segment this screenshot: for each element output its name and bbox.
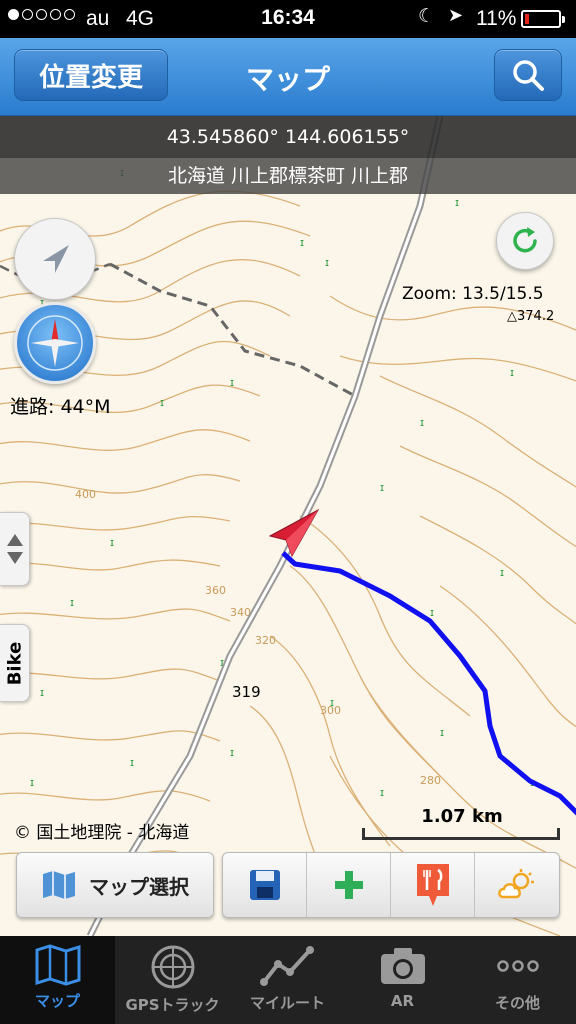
svg-text:ɪ: ɪ — [40, 686, 44, 699]
svg-text:ɪ: ɪ — [300, 236, 304, 249]
tab-ar[interactable]: AR — [345, 936, 460, 1024]
status-bar: au 4G 16:34 ☾ ➤ 11% — [0, 0, 576, 38]
road-number: 319 — [232, 683, 261, 701]
restaurant-icon — [416, 864, 449, 906]
action-segment — [222, 852, 560, 918]
tab-map[interactable]: マップ — [0, 936, 115, 1024]
map-select-label: マップ選択 — [89, 874, 189, 899]
battery-percent: 11% — [476, 7, 517, 30]
contour-label: 300 — [320, 704, 341, 717]
search-button[interactable] — [494, 49, 562, 101]
refresh-button[interactable] — [496, 212, 554, 270]
radar-icon — [151, 945, 194, 989]
heading-readout: 進路: 44°M — [10, 396, 111, 418]
svg-text:ɪ: ɪ — [510, 366, 514, 379]
map-attribution: © 国土地理院 - 北海道 — [14, 823, 190, 843]
svg-text:ɪ: ɪ — [130, 756, 134, 769]
moon-icon: ☾ — [418, 6, 436, 27]
refresh-icon — [513, 227, 537, 253]
tab-label: その他 — [494, 994, 540, 1012]
page-title: マップ — [245, 63, 330, 96]
contour-label: 280 — [420, 774, 441, 787]
restaurant-button[interactable] — [391, 853, 475, 917]
tab-label: GPSトラック — [125, 996, 220, 1014]
contour-label: 360 — [205, 584, 226, 597]
map-select-button[interactable]: マップ選択 — [16, 852, 214, 918]
svg-text:ɪ: ɪ — [325, 256, 329, 269]
svg-text:△374.2: △374.2 — [507, 309, 554, 324]
more-icon — [496, 960, 539, 972]
svg-text:ɪ: ɪ — [230, 376, 234, 389]
contour-label: 320 — [255, 634, 276, 647]
svg-text:ɪ: ɪ — [30, 776, 34, 789]
svg-text:ɪ: ɪ — [455, 196, 459, 209]
battery-level — [525, 14, 529, 24]
nav-bar: 位置変更 マップ — [0, 38, 576, 116]
bike-mode-tab[interactable]: Bike — [0, 624, 30, 702]
map-icon — [43, 871, 75, 899]
scale-label: 1.07 km — [421, 806, 503, 827]
tab-label: AR — [390, 992, 415, 1010]
location-arrow-icon — [43, 245, 69, 273]
svg-text:ɪ: ɪ — [160, 396, 164, 409]
svg-text:ɪ: ɪ — [430, 606, 434, 619]
svg-text:ɪ: ɪ — [230, 746, 234, 759]
tab-gps-track[interactable]: GPSトラック — [115, 936, 230, 1024]
bike-mode-label: Bike — [4, 641, 25, 685]
chevron-up-icon — [6, 534, 23, 546]
location-arrow-icon: ➤ — [448, 5, 464, 25]
compass-button[interactable] — [14, 302, 96, 384]
camera-icon — [380, 948, 425, 984]
route-icon — [259, 946, 314, 986]
tab-bar: マップ GPSトラック マイルート AR その他 — [0, 936, 576, 1024]
coordinates-bar: 43.545860° 144.606155° — [0, 116, 576, 158]
save-button[interactable] — [223, 853, 307, 917]
map-icon — [35, 944, 80, 986]
svg-text:ɪ: ɪ — [70, 596, 74, 609]
svg-text:ɪ: ɪ — [440, 726, 444, 739]
chevron-down-icon — [6, 552, 23, 564]
tab-more[interactable]: その他 — [460, 936, 575, 1024]
weather-button[interactable] — [475, 853, 559, 917]
address-bar: 北海道 川上郡標茶町 川上郡 — [0, 158, 576, 194]
locate-me-button[interactable] — [14, 218, 96, 300]
search-icon — [513, 60, 544, 91]
map-view[interactable]: ɪɪɪ ɪɪɪ ɪɪɪ ɪɪɪ ɪɪɪ ɪɪɪ ɪɪɪ ɪɪ 400 360 3… — [0, 116, 576, 936]
compass-icon — [27, 315, 83, 371]
svg-text:ɪ: ɪ — [110, 536, 114, 549]
expand-toggle[interactable] — [0, 512, 30, 586]
svg-text:ɪ: ɪ — [380, 481, 384, 494]
add-icon — [334, 871, 363, 899]
zoom-readout: Zoom: 13.5/15.5 — [402, 284, 544, 304]
add-button[interactable] — [307, 853, 391, 917]
svg-text:ɪ: ɪ — [420, 416, 424, 429]
svg-text:ɪ: ɪ — [500, 566, 504, 579]
tab-label: マップ — [34, 992, 80, 1010]
tab-label: マイルート — [249, 994, 325, 1012]
battery-icon — [521, 10, 565, 28]
svg-text:ɪ: ɪ — [380, 786, 384, 799]
save-icon — [249, 870, 280, 900]
tab-my-route[interactable]: マイルート — [230, 936, 345, 1024]
map-toolbar: マップ選択 — [0, 852, 576, 936]
scale-bar — [362, 828, 560, 840]
weather-icon — [498, 869, 534, 899]
contour-label: 400 — [75, 488, 96, 501]
